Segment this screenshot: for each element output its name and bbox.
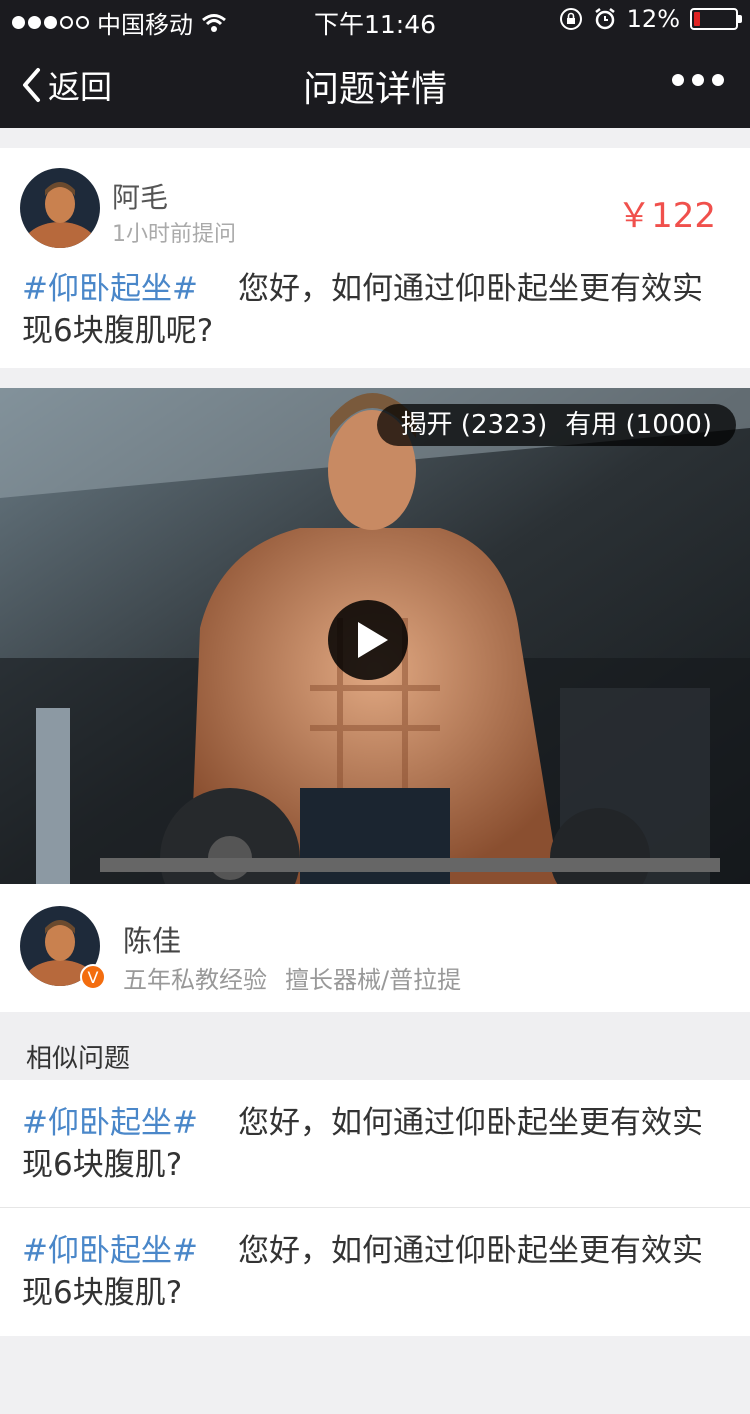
list-item[interactable]: #仰卧起坐# 您好，如何通过仰卧起坐更有效实现6块腹肌? <box>0 1208 750 1336</box>
answerer-experience: 五年私教经验 <box>123 966 267 994</box>
battery-icon <box>690 8 742 30</box>
play-icon[interactable] <box>328 600 408 680</box>
question-text: #仰卧起坐# 您好，如何通过仰卧起坐更有效实现6块腹肌呢? <box>22 268 722 352</box>
answerer-specialty: 擅长器械/普拉提 <box>285 966 462 994</box>
bounty-price: ￥122 <box>617 196 716 236</box>
similar-header-label: 相似问题 <box>26 1044 131 1074</box>
battery-percent: 12% <box>626 5 680 33</box>
reveal-count[interactable]: 揭开 (2323) <box>401 404 548 446</box>
page-title: 问题详情 <box>302 69 447 110</box>
video-stats: 揭开 (2323) 有用 (1000) <box>376 404 736 446</box>
top-bar: 中国移动 下午11:46 12% 返回 问题详情 <box>0 0 750 128</box>
similar-header: 相似问题 <box>0 1012 750 1080</box>
question-card: 阿毛 1小时前提问 ￥122 #仰卧起坐# 您好，如何通过仰卧起坐更有效实现6块腹… <box>0 148 750 368</box>
ellipsis-icon[interactable] <box>672 74 724 86</box>
alarm-icon <box>594 8 615 30</box>
nav-bar: 返回 问题详情 <box>0 40 750 128</box>
verified-badge: V <box>80 964 106 990</box>
answerer-name: 陈佳 <box>123 924 182 958</box>
similar-question-text: #仰卧起坐# 您好，如何通过仰卧起坐更有效实现6块腹肌? <box>22 1102 722 1186</box>
list-item[interactable]: #仰卧起坐# 您好，如何通过仰卧起坐更有效实现6块腹肌? <box>0 1080 750 1208</box>
status-bar: 中国移动 下午11:46 12% <box>0 0 750 40</box>
asker-avatar[interactable] <box>20 168 100 248</box>
rotation-lock-icon <box>559 8 582 30</box>
similar-question-tag[interactable]: #仰卧起坐# <box>22 1233 198 1269</box>
similar-question-tag[interactable]: #仰卧起坐# <box>22 1105 198 1141</box>
asker-name[interactable]: 阿毛 <box>112 176 168 216</box>
answerer-row[interactable]: V 陈佳 五年私教经验 擅长器械/普拉提 <box>0 884 750 1012</box>
similar-question-text: #仰卧起坐# 您好，如何通过仰卧起坐更有效实现6块腹肌? <box>22 1230 722 1314</box>
answer-video[interactable]: 揭开 (2323) 有用 (1000) <box>0 388 750 884</box>
question-tag[interactable]: #仰卧起坐# <box>22 271 198 307</box>
answerer-description: 五年私教经验 擅长器械/普拉提 <box>123 960 461 995</box>
useful-count[interactable]: 有用 (1000) <box>565 404 712 446</box>
asked-time: 1小时前提问 <box>112 222 236 247</box>
